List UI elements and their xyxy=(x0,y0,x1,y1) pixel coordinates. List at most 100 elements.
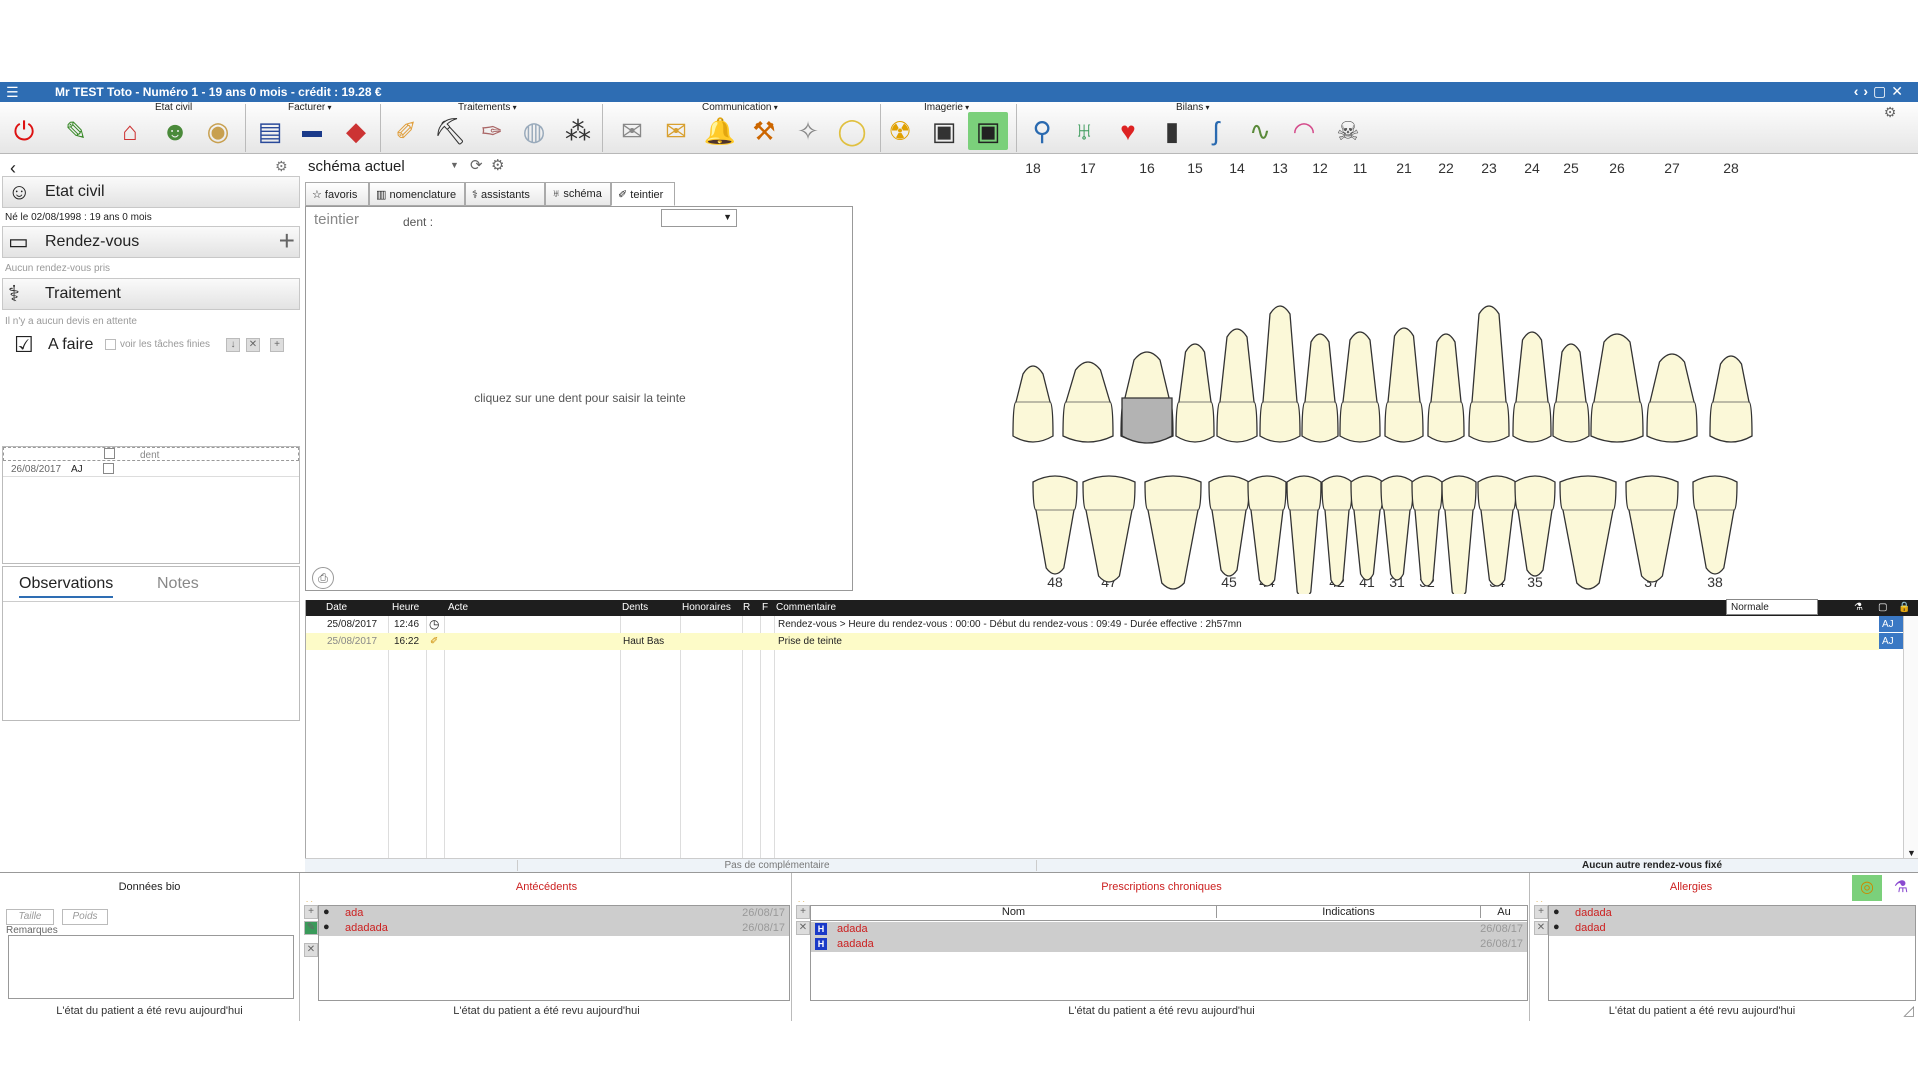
envelope-icon[interactable]: ✉ xyxy=(612,112,652,150)
tooth-22[interactable] xyxy=(1427,333,1465,443)
add-icon[interactable]: + xyxy=(1534,905,1548,919)
worker-icon[interactable]: ⛏ xyxy=(430,112,470,150)
list-item[interactable]: ● adadada 26/08/17 xyxy=(319,921,789,936)
task-header-checkbox[interactable] xyxy=(104,448,115,459)
tab-observations[interactable]: Observations xyxy=(19,575,114,598)
tooth-34[interactable] xyxy=(1477,475,1517,587)
instrument-icon[interactable]: ✑ xyxy=(472,112,512,150)
email-icon[interactable]: ✉ xyxy=(656,112,696,150)
eraser-icon[interactable]: ◆ xyxy=(336,112,376,150)
tooth-12[interactable] xyxy=(1301,333,1339,443)
tray-icon[interactable]: ◍ xyxy=(514,112,554,150)
molecule-icon[interactable]: ⁂ xyxy=(558,112,598,150)
window-icon[interactable]: ▢ xyxy=(1878,602,1887,613)
col-honoraires[interactable]: Honoraires xyxy=(682,602,731,613)
add-icon[interactable]: + xyxy=(796,905,810,919)
drill-icon[interactable]: ⚒ xyxy=(744,112,784,150)
flask-icon[interactable]: ⚗ xyxy=(1886,875,1916,901)
tooth-38[interactable] xyxy=(1692,475,1738,575)
camera-icon[interactable]: ▣ xyxy=(924,112,964,150)
tooth-25[interactable] xyxy=(1552,343,1590,443)
delete-icon[interactable]: ✕ xyxy=(1534,921,1548,935)
camera-active-icon[interactable]: ▣ xyxy=(968,112,1008,150)
tab-assistants[interactable]: ⚕ assistants xyxy=(465,182,545,206)
task-checkbox[interactable] xyxy=(103,463,114,474)
log-scrollbar[interactable]: ▼ xyxy=(1903,616,1918,860)
log-row[interactable]: 25/08/2017 16:22 ✐ Haut Bas Prise de tei… xyxy=(306,633,1903,650)
tablet-icon[interactable]: ▮ xyxy=(1152,112,1192,150)
col-acte[interactable]: Acte xyxy=(448,602,468,613)
lock-icon[interactable]: 🔒 xyxy=(1898,602,1910,613)
pencil-icon[interactable]: ✎ xyxy=(56,112,96,150)
remarques-field[interactable] xyxy=(8,935,294,999)
voir-checkbox[interactable] xyxy=(105,339,116,350)
tab-teintier[interactable]: ✐ teintier xyxy=(611,182,675,206)
tab-favoris[interactable]: ☆ favoris xyxy=(305,182,369,206)
tooth-42[interactable] xyxy=(1321,475,1353,587)
wand-icon[interactable]: ✧ xyxy=(788,112,828,150)
gum-icon[interactable]: ∿ xyxy=(1240,112,1280,150)
col-au[interactable]: Au xyxy=(1481,906,1527,918)
disc-icon[interactable]: ◉ xyxy=(198,112,238,150)
skull-icon[interactable]: ☠ xyxy=(1328,112,1368,150)
log-row[interactable]: 25/08/2017 12:46 ◷ Rendez-vous > Heure d… xyxy=(306,616,1903,633)
filter-icon[interactable]: ⚗ xyxy=(1854,602,1863,613)
down-icon[interactable]: ↓ xyxy=(226,338,240,352)
list-item[interactable]: ● ada 26/08/17 xyxy=(319,906,789,921)
card-reader-icon[interactable]: ▤ xyxy=(250,112,290,150)
tooth-27[interactable] xyxy=(1646,353,1698,443)
lips-icon[interactable]: ◠ xyxy=(1284,112,1324,150)
tooth-15[interactable] xyxy=(1175,343,1215,443)
tooth-43[interactable] xyxy=(1286,475,1322,594)
tooth-47[interactable] xyxy=(1082,475,1136,583)
taille-field[interactable]: Taille xyxy=(6,909,54,925)
resize-icon[interactable]: ◿ xyxy=(1903,1002,1914,1019)
tooth-36[interactable] xyxy=(1559,475,1617,590)
radiation-icon[interactable]: ☢ xyxy=(880,112,920,150)
poids-field[interactable]: Poids xyxy=(62,909,108,925)
tooth-32[interactable] xyxy=(1411,475,1443,587)
col-dents[interactable]: Dents xyxy=(622,602,648,613)
tooth-41[interactable] xyxy=(1350,475,1384,581)
tooth-48[interactable] xyxy=(1032,475,1078,575)
visa-card-icon[interactable]: ▬ xyxy=(292,112,332,150)
teeth-diagram[interactable] xyxy=(995,154,1775,594)
edit-icon[interactable]: ✎ xyxy=(304,921,318,935)
tab-notes[interactable]: Notes xyxy=(157,575,199,593)
col-f[interactable]: F xyxy=(762,602,768,613)
tab-nomenclature[interactable]: ▥ nomenclature xyxy=(369,182,465,206)
speech-bubble-icon[interactable]: ◯ xyxy=(832,112,872,150)
tools-icon[interactable]: ⚙ xyxy=(491,156,504,174)
col-nom[interactable]: Nom xyxy=(811,906,1217,918)
traitement-bar[interactable]: ⚕ Traitement xyxy=(2,278,300,310)
tooth-13[interactable] xyxy=(1259,305,1301,443)
add-icon[interactable]: + xyxy=(270,338,284,352)
heart-icon[interactable]: ♥ xyxy=(1108,112,1148,150)
tooth-28[interactable] xyxy=(1709,355,1753,443)
add-icon[interactable]: + xyxy=(304,905,318,919)
tooth-33[interactable] xyxy=(1441,475,1477,594)
delete-icon[interactable]: ✕ xyxy=(796,921,810,935)
list-item[interactable]: H aadada 26/08/17 xyxy=(811,937,1527,952)
schema-select[interactable]: schéma actuel xyxy=(308,158,405,175)
col-commentaire[interactable]: Commentaire xyxy=(776,602,836,613)
dent-dropdown[interactable]: ▼ xyxy=(661,209,737,227)
print-icon[interactable]: ⎙ xyxy=(312,567,334,589)
etat-civil-bar[interactable]: ☺ Etat civil xyxy=(2,176,300,208)
tooth-26[interactable] xyxy=(1590,333,1644,443)
add-rdv-icon[interactable]: + xyxy=(279,225,295,257)
tooth-31[interactable] xyxy=(1380,475,1414,581)
scroll-down-icon[interactable]: ▼ xyxy=(1907,848,1916,858)
tooth-44[interactable] xyxy=(1247,475,1287,587)
menu-icon[interactable]: ☰ xyxy=(6,85,19,99)
tooth-18[interactable] xyxy=(1012,365,1054,443)
delete-icon[interactable]: ✕ xyxy=(304,943,318,957)
tools-icon[interactable]: ⚙ xyxy=(275,158,288,175)
tooth-21[interactable] xyxy=(1384,327,1424,443)
brush-icon[interactable]: ✐ xyxy=(386,112,426,150)
tooth-icon[interactable]: ♅ xyxy=(1064,112,1104,150)
tooth-37[interactable] xyxy=(1625,475,1679,583)
home-icon[interactable]: ⌂ xyxy=(110,112,150,150)
tooth-35[interactable] xyxy=(1514,475,1556,577)
target-icon[interactable]: ◎ xyxy=(1852,875,1882,901)
